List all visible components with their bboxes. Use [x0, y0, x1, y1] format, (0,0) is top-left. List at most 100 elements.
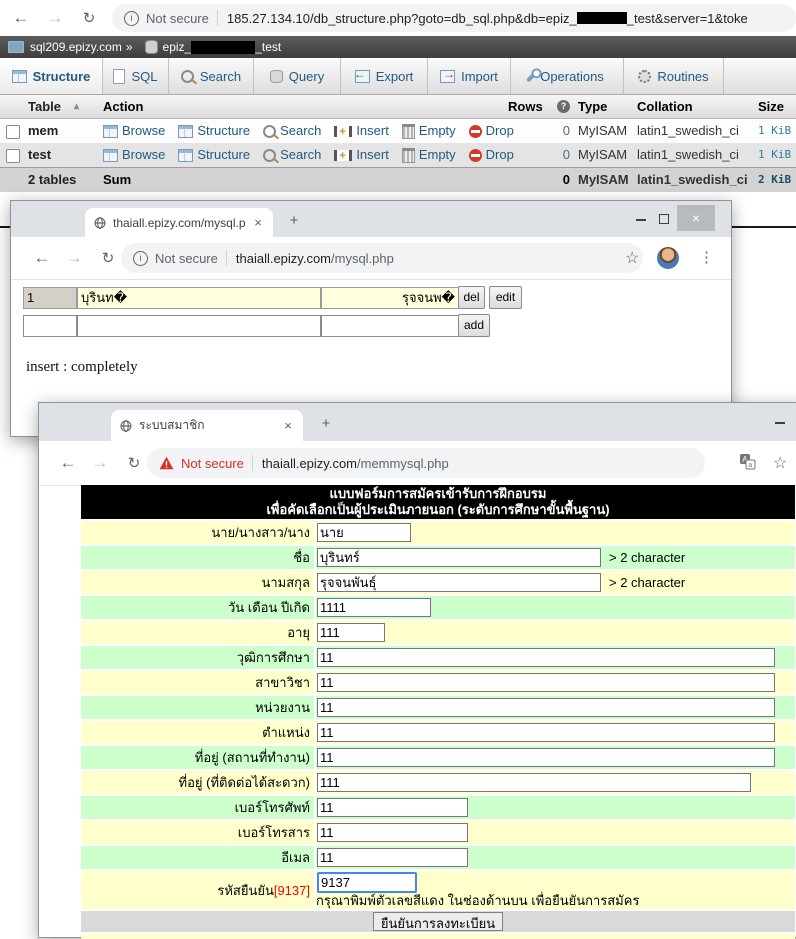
minimize-icon[interactable] — [775, 422, 785, 424]
submit-button[interactable]: ยืนยันการลงทะเบียน — [373, 912, 503, 931]
breadcrumb-db-prefix[interactable]: epiz_ — [163, 40, 192, 54]
tab-import[interactable]: Import — [428, 58, 511, 94]
breadcrumb-server[interactable]: sql209.epizy.com — [30, 40, 122, 54]
table-row: mem Browse Structure Search Insert Empty… — [0, 119, 796, 143]
new-surname-input[interactable] — [321, 315, 459, 337]
tab-close-icon[interactable] — [251, 216, 265, 230]
address-bar[interactable]: Not secure 185.27.134.10/db_structure.ph… — [112, 4, 796, 32]
address-bar[interactable]: Not secure thaiall.epizy.com/mysql.php — [121, 243, 643, 273]
address-bar[interactable]: Not secure thaiall.epizy.com/memmysql.ph… — [147, 448, 705, 478]
browser-tab[interactable]: thaiall.epizy.com/mysql.php — [85, 208, 273, 237]
tab-close-icon[interactable] — [281, 419, 295, 433]
last-name-input[interactable] — [317, 573, 601, 592]
contact-address-input[interactable] — [317, 773, 751, 792]
first-name-input[interactable] — [317, 548, 601, 567]
breadcrumb: sql209.epizy.com » epiz_ _test — [0, 36, 796, 58]
tab-structure[interactable]: Structure — [0, 58, 103, 94]
edit-button[interactable]: edit — [489, 286, 522, 309]
structure-link[interactable]: Structure — [178, 143, 250, 167]
tab-routines[interactable]: Routines — [624, 58, 724, 94]
back-icon[interactable] — [10, 7, 32, 29]
reload-icon[interactable] — [123, 452, 145, 474]
row-checkbox[interactable] — [6, 149, 20, 163]
forward-icon[interactable] — [44, 7, 66, 29]
window-titlebar[interactable]: ระบบสมาชิก — [39, 403, 796, 441]
title-input[interactable] — [317, 523, 411, 542]
form-row: วัน เดือน ปีเกิด — [81, 596, 795, 619]
forward-icon[interactable] — [63, 247, 85, 269]
server-icon — [8, 41, 24, 53]
insert-link[interactable]: Insert — [334, 143, 389, 167]
major-input[interactable] — [317, 673, 775, 692]
redaction-box — [191, 41, 255, 54]
browse-link[interactable]: Browse — [103, 119, 165, 143]
column-header-rows[interactable]: Rows — [508, 95, 543, 118]
info-icon[interactable] — [124, 11, 139, 26]
form-label: สาขาวิชา — [81, 671, 314, 694]
email-input[interactable] — [317, 848, 468, 867]
column-header-type[interactable]: Type — [578, 95, 607, 118]
del-button[interactable]: del — [458, 286, 485, 309]
menu-dots-icon[interactable] — [699, 248, 714, 266]
column-header-size[interactable]: Size — [758, 95, 784, 118]
new-tab-icon[interactable] — [317, 415, 335, 433]
profile-avatar[interactable] — [657, 247, 679, 269]
add-button[interactable]: add — [458, 314, 490, 337]
window-titlebar[interactable]: thaiall.epizy.com/mysql.php — [11, 201, 731, 237]
translate-icon[interactable]: Aa — [739, 453, 756, 473]
minimize-icon[interactable] — [636, 219, 646, 221]
browse-link[interactable]: Browse — [103, 143, 165, 167]
row-checkbox[interactable] — [6, 125, 20, 139]
help-icon[interactable] — [557, 100, 570, 113]
search-icon — [181, 70, 194, 83]
new-id-input[interactable] — [23, 315, 77, 337]
breadcrumb-separator: » — [126, 40, 133, 54]
tab-operations[interactable]: Operations — [511, 58, 624, 94]
breadcrumb-db-suffix[interactable]: _test — [255, 40, 281, 54]
new-tab-icon[interactable] — [285, 212, 303, 230]
table-size: 1 KiB — [758, 143, 791, 167]
bookmark-star-icon[interactable] — [625, 248, 639, 268]
birthdate-input[interactable] — [317, 598, 431, 617]
sort-asc-icon[interactable]: ▴ — [74, 95, 79, 118]
record-surname-field[interactable]: รุจจนพ� — [321, 287, 459, 309]
age-input[interactable] — [317, 623, 385, 642]
empty-link[interactable]: Empty — [402, 119, 456, 143]
back-icon[interactable] — [31, 247, 53, 269]
column-header-collation[interactable]: Collation — [637, 95, 693, 118]
new-name-input[interactable] — [77, 315, 321, 337]
empty-link[interactable]: Empty — [402, 143, 456, 167]
insert-link[interactable]: Insert — [334, 119, 389, 143]
tab-search[interactable]: Search — [169, 58, 254, 94]
record-name-field[interactable]: บุรินท� — [77, 287, 321, 309]
work-address-input[interactable] — [317, 748, 775, 767]
position-input[interactable] — [317, 723, 775, 742]
reload-icon[interactable] — [97, 247, 119, 269]
search-link[interactable]: Search — [263, 143, 321, 167]
table-name[interactable]: mem — [28, 119, 58, 143]
back-icon[interactable] — [57, 452, 79, 474]
table-type: MyISAM — [578, 119, 627, 143]
tab-query[interactable]: Query — [254, 58, 341, 94]
structure-link[interactable]: Structure — [178, 119, 250, 143]
forward-icon[interactable] — [89, 452, 111, 474]
form-title-line2: เพื่อคัดเลือกเป็นผู้ประเมินภายนอก (ระดับ… — [81, 502, 795, 518]
search-link[interactable]: Search — [263, 119, 321, 143]
reload-icon[interactable] — [78, 7, 100, 29]
fax-input[interactable] — [317, 823, 468, 842]
bookmark-star-icon[interactable] — [773, 453, 787, 473]
tab-export[interactable]: Export — [341, 58, 428, 94]
table-name[interactable]: test — [28, 143, 51, 167]
organization-input[interactable] — [317, 698, 775, 717]
query-icon — [270, 70, 283, 83]
education-input[interactable] — [317, 648, 775, 667]
confirm-code-input[interactable] — [317, 872, 417, 893]
maximize-icon[interactable] — [659, 214, 669, 224]
phone-input[interactable] — [317, 798, 468, 817]
close-icon[interactable] — [677, 205, 715, 231]
browser-tab[interactable]: ระบบสมาชิก — [111, 410, 303, 441]
tab-sql[interactable]: SQL — [103, 58, 169, 94]
popup1-toolbar: Not secure thaiall.epizy.com/mysql.php — [11, 237, 731, 280]
info-icon[interactable] — [133, 251, 148, 266]
column-header-table[interactable]: Table — [28, 95, 61, 118]
